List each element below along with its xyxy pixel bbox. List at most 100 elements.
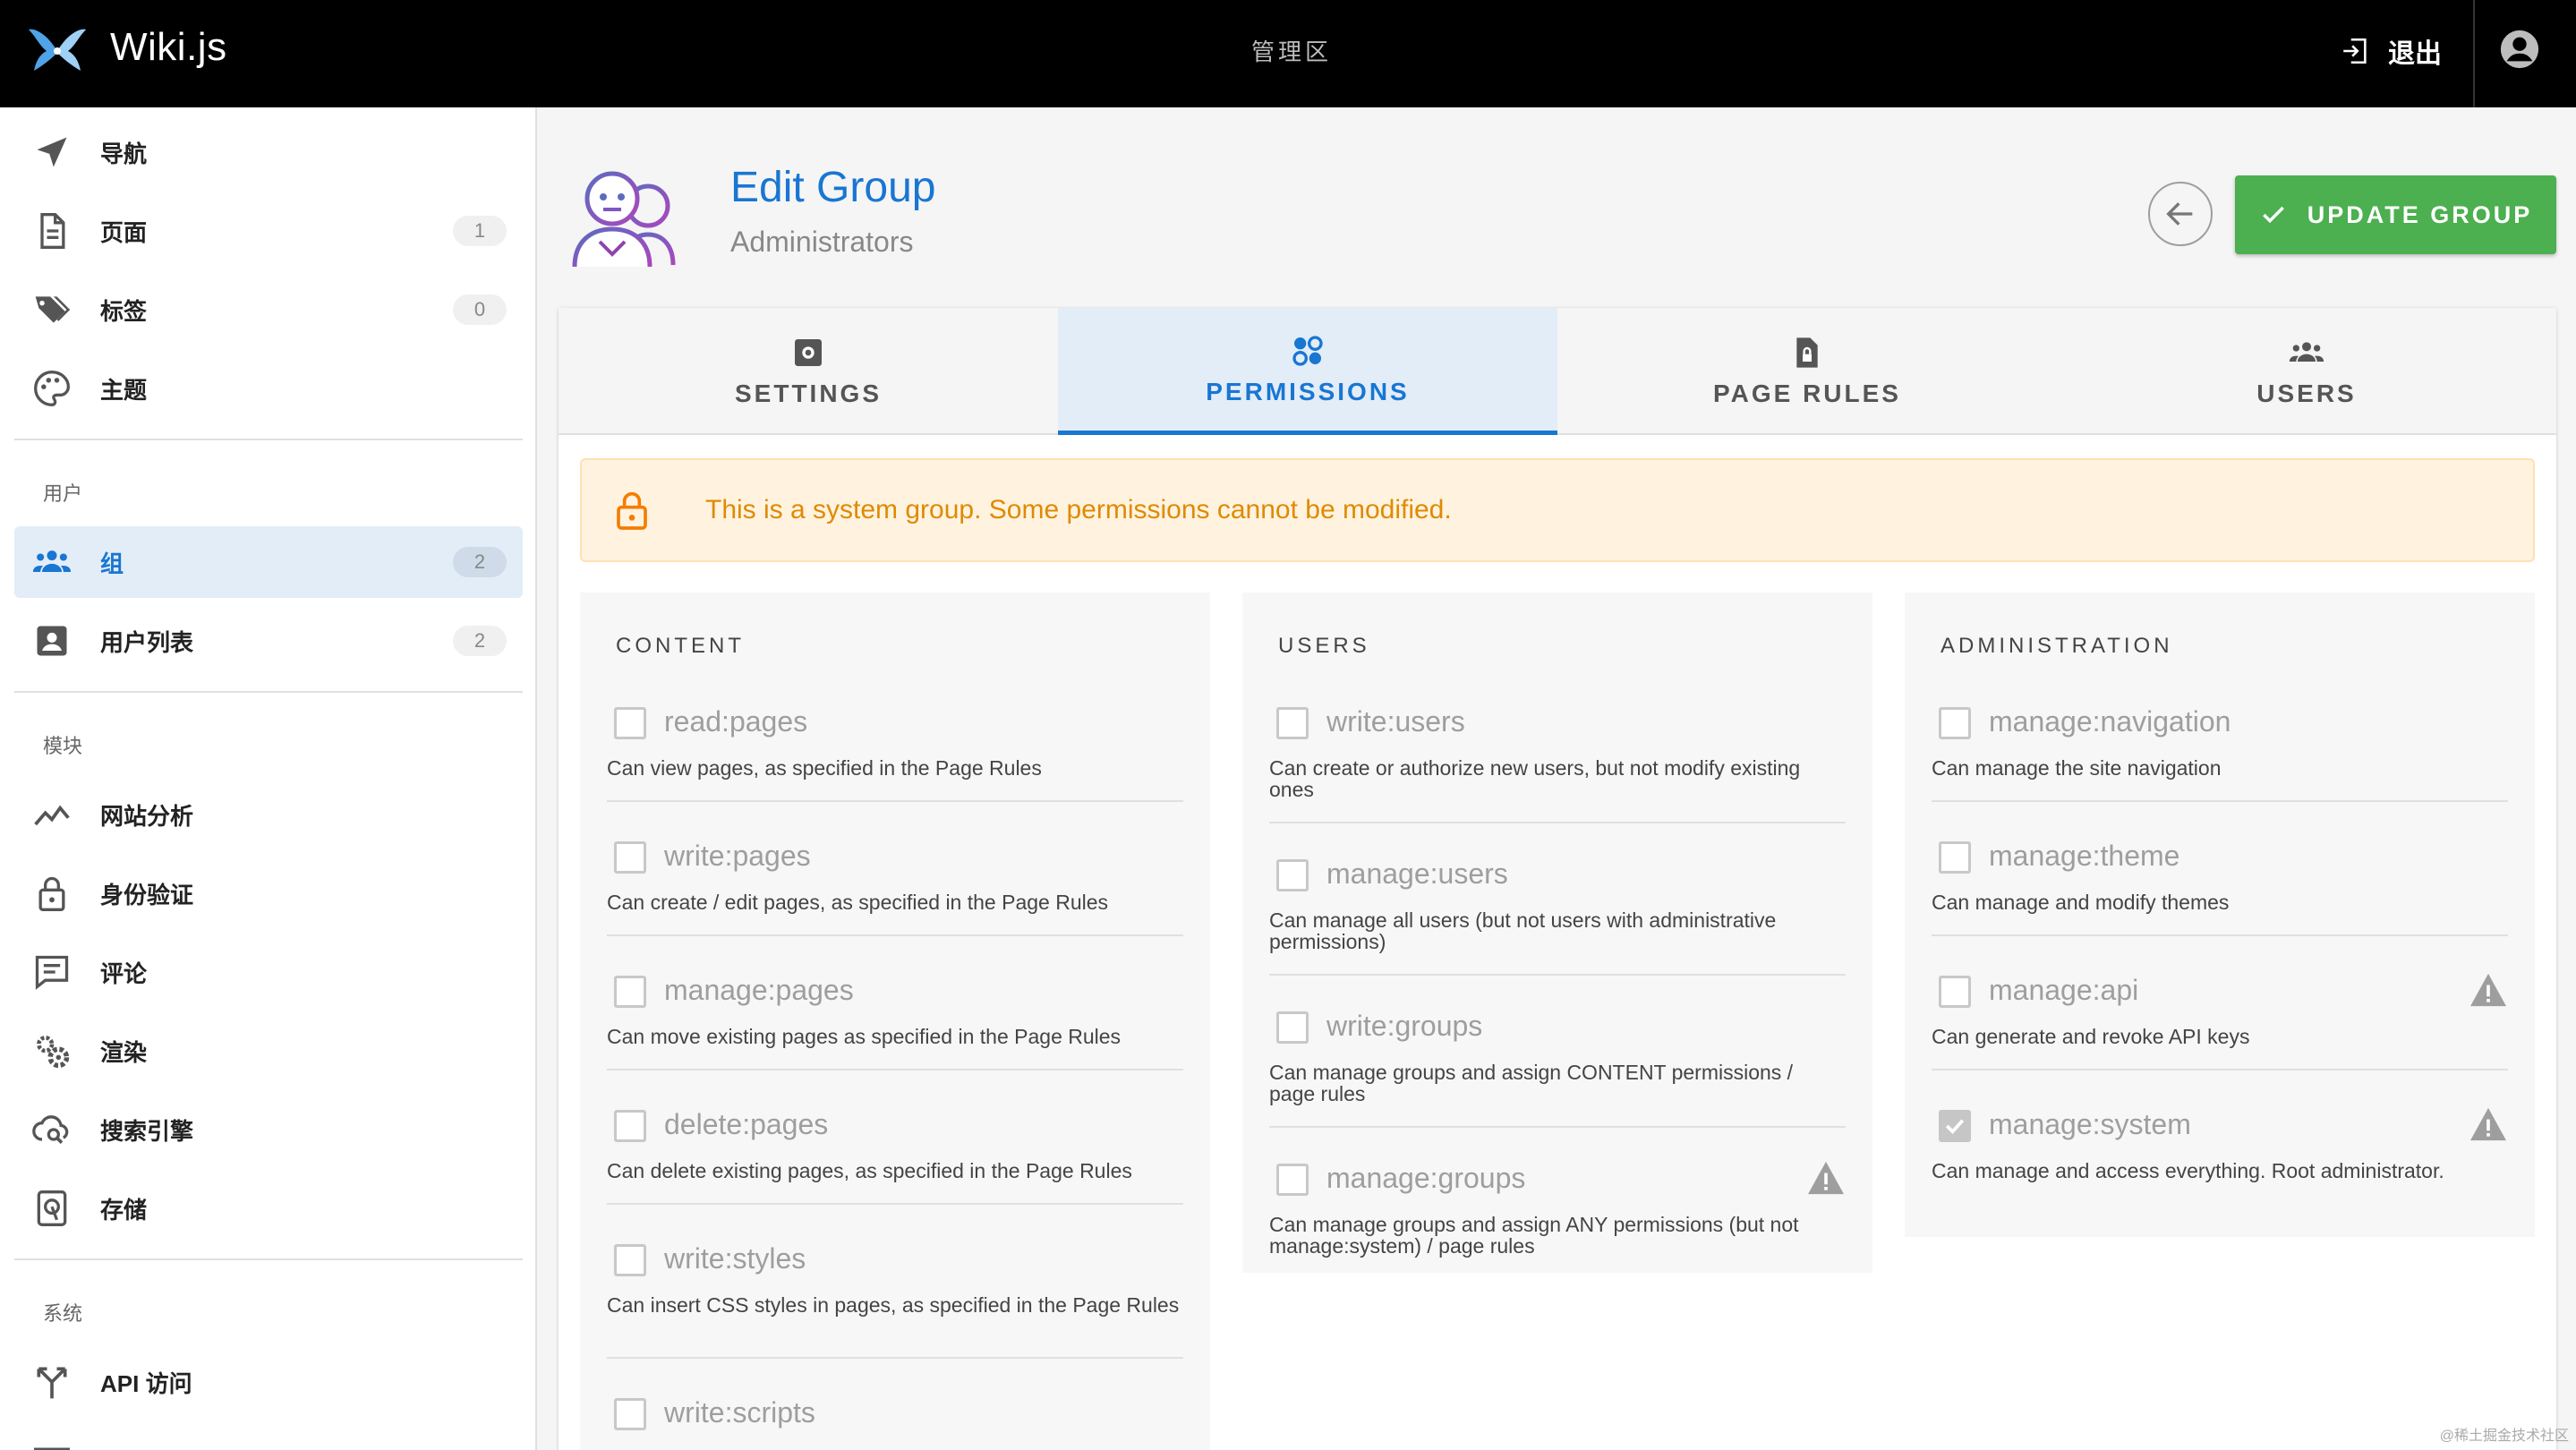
permission-checkbox[interactable] (614, 976, 646, 1008)
permission-description: Can manage and access everything. Root a… (1932, 1159, 2444, 1182)
permission-name: manage:navigation (1989, 705, 2231, 738)
lock-icon (38, 876, 65, 911)
sidebar-item-authentication[interactable]: 身份验证 (14, 857, 523, 929)
permission-checkbox-checked[interactable] (1939, 1110, 1971, 1142)
group-edit-card: SETTINGS PERMISSIONS PAGE RULES USERS Th… (559, 308, 2556, 1450)
sidebar-subheader-users: 用户 (43, 482, 83, 505)
perm-manage-pages: manage:pages Can move existing pages as … (607, 972, 1183, 1070)
permission-checkbox[interactable] (1276, 1164, 1309, 1196)
sidebar-item-user-list[interactable]: 用户列表 2 (14, 605, 523, 677)
sidebar-item-label: 搜索引擎 (100, 1117, 194, 1145)
sidebar-item-navigation[interactable]: 导航 (14, 116, 523, 188)
system-group-alert: This is a system group. Some permissions… (580, 458, 2535, 562)
sidebar-item-label: API 访问 (100, 1369, 192, 1397)
permission-checkbox[interactable] (1939, 707, 1971, 739)
permission-name: write:users (1326, 705, 1465, 738)
sidebar-item-label: 评论 (100, 960, 148, 987)
perm-write-styles: write:styles Can insert CSS styles in pa… (607, 1241, 1183, 1359)
sidebar-item-label: 用户列表 (100, 628, 194, 656)
permission-name: manage:theme (1989, 840, 2180, 872)
permission-description: Can insert CSS styles in pages, as speci… (607, 1293, 1180, 1317)
permission-checkbox[interactable] (1276, 707, 1309, 739)
tab-page-rules[interactable]: PAGE RULES (1557, 308, 2057, 435)
api-icon (37, 1367, 67, 1399)
permission-name: manage:system (1989, 1108, 2191, 1140)
sidebar-item-rendering[interactable]: 渲染 (14, 1015, 523, 1087)
permission-description: Can manage groups and assign CONTENT per… (1269, 1061, 1794, 1105)
group-icon (32, 550, 72, 572)
permission-checkbox[interactable] (614, 841, 646, 874)
sidebar-item-label: 标签 (100, 297, 148, 325)
account-circle-icon[interactable] (2499, 29, 2540, 70)
tab-users[interactable]: USERS (2057, 308, 2556, 435)
count-badge: 1 (453, 216, 507, 246)
perm-manage-users: manage:users Can manage all users (but n… (1269, 856, 1846, 976)
tab-permissions[interactable]: PERMISSIONS (1058, 308, 1557, 435)
permission-checkbox[interactable] (614, 1110, 646, 1142)
sidebar-item-search-engine[interactable]: 搜索引擎 (14, 1094, 523, 1165)
page-lock-icon (1796, 337, 1818, 368)
lock-icon (617, 491, 647, 530)
app-brand[interactable]: Wiki.js (110, 25, 227, 70)
account-box-icon (37, 626, 67, 656)
permission-name: write:styles (664, 1242, 806, 1275)
warning-icon (2470, 1107, 2506, 1141)
column-title: ADMINISTRATION (1941, 634, 2173, 658)
sidebar-item-comments[interactable]: 评论 (14, 936, 523, 1008)
analytics-icon (34, 805, 70, 826)
permission-checkbox[interactable] (614, 1244, 646, 1276)
sidebar-item-tags[interactable]: 标签 0 (14, 274, 523, 345)
permission-name: write:groups (1326, 1010, 1483, 1042)
storage-icon (37, 1190, 67, 1226)
permission-name: write:pages (664, 840, 811, 872)
sidebar-item-analytics[interactable]: 网站分析 (14, 779, 523, 850)
permission-name: delete:pages (664, 1108, 829, 1140)
logout-label: 退出 (2388, 39, 2442, 69)
tab-settings[interactable]: SETTINGS (559, 308, 1058, 435)
sidebar-item-theme[interactable]: 主题 (14, 353, 523, 424)
permission-name: manage:pages (664, 974, 854, 1006)
sidebar-item-api-access[interactable]: API 访问 (14, 1346, 523, 1418)
users-icon (2289, 342, 2324, 362)
permission-description: Can manage and modify themes (1932, 891, 2230, 914)
sidebar-item-label: 渲染 (100, 1038, 148, 1066)
logout-button[interactable]: 退出 (2340, 31, 2442, 71)
perm-write-groups: write:groups Can manage groups and assig… (1269, 1008, 1846, 1128)
wikijs-logo-icon[interactable] (27, 24, 88, 76)
sidebar-item-partial[interactable] (14, 1425, 523, 1450)
sidebar-item-pages[interactable]: 页面 1 (14, 195, 523, 267)
tags-icon (35, 296, 71, 323)
warning-icon (1808, 1161, 1844, 1195)
permission-checkbox[interactable] (1939, 841, 1971, 874)
perm-manage-system: manage:system Can manage and access ever… (1932, 1106, 2508, 1214)
permission-description: Can manage groups and assign ANY permiss… (1269, 1213, 1799, 1258)
permission-checkbox[interactable] (1939, 976, 1971, 1008)
settings-icon (795, 339, 822, 366)
perm-read-pages: read:pages Can view pages, as specified … (607, 704, 1183, 802)
permission-description: Can create or authorize new users, but n… (1269, 756, 1801, 801)
perm-write-scripts: write:scripts (607, 1395, 1183, 1450)
sidebar-item-groups[interactable]: 组 2 (14, 526, 523, 598)
mail-icon (34, 1447, 70, 1450)
sidebar-item-label: 网站分析 (100, 802, 194, 830)
permission-name: manage:api (1989, 974, 2139, 1006)
update-group-button[interactable]: UPDATE GROUP (2235, 175, 2556, 254)
permission-checkbox[interactable] (1276, 859, 1309, 891)
comment-icon (35, 955, 69, 990)
sidebar-item-storage[interactable]: 存储 (14, 1173, 523, 1244)
sidebar-divider (14, 439, 523, 440)
perm-delete-pages: delete:pages Can delete existing pages, … (607, 1106, 1183, 1205)
perm-manage-theme: manage:theme Can manage and modify theme… (1932, 838, 2508, 936)
perm-manage-api: manage:api Can generate and revoke API k… (1932, 972, 2508, 1070)
permission-checkbox[interactable] (1276, 1011, 1309, 1044)
sidebar-item-label: 存储 (100, 1196, 148, 1224)
column-title: USERS (1278, 634, 1370, 658)
tab-label: USERS (2256, 380, 2357, 407)
permission-description: Can move existing pages as specified in … (607, 1025, 1122, 1048)
permission-checkbox[interactable] (614, 1398, 646, 1430)
back-button[interactable] (2148, 182, 2213, 246)
check-icon (2262, 206, 2284, 224)
count-badge: 2 (453, 626, 507, 656)
permission-checkbox[interactable] (614, 707, 646, 739)
permission-name: manage:users (1326, 857, 1508, 890)
